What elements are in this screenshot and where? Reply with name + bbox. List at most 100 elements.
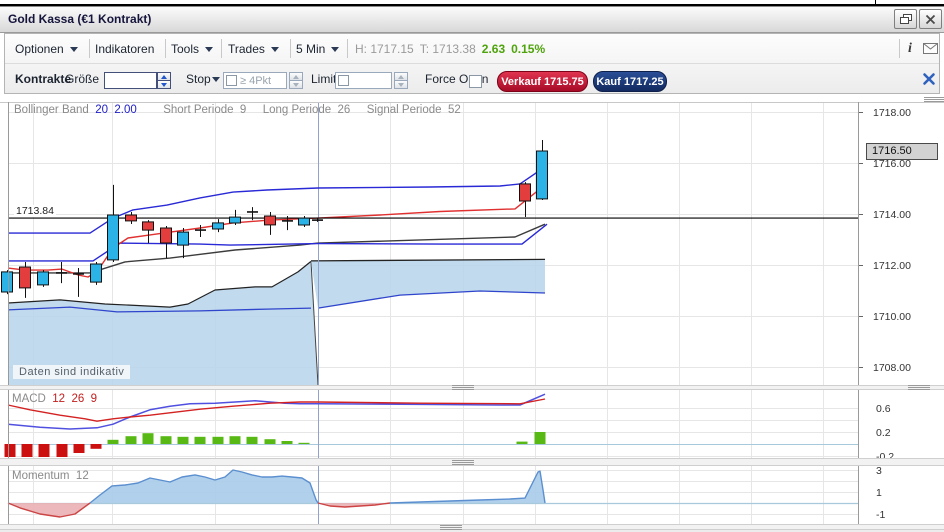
svg-text:0.2: 0.2 [876,427,891,439]
signal-period-value: 52 [448,104,461,116]
trading-window: Gold Kassa (€1 Kontrakt) Optionen Indika… [0,0,944,532]
current-price-badge: 1716.50 [866,143,938,160]
svg-text:1710.00: 1710.00 [873,311,911,323]
info-button[interactable]: i [908,40,912,57]
separator [347,39,348,58]
buy-button[interactable]: Kauf 1717.25 [593,71,667,92]
indicative-data-note: Daten sind indikativ [13,365,130,379]
chevron-down-icon[interactable] [212,77,220,82]
macd-signal-period: 9 [91,393,97,405]
short-period-label: Short Periode [163,104,233,116]
window-restore-button[interactable] [894,9,917,29]
chevron-down-icon [331,47,339,52]
limit-stepper[interactable] [394,72,408,89]
svg-text:1708.00: 1708.00 [873,362,911,374]
step-up-icon[interactable] [394,72,408,81]
contracts-label: Kontrakte [15,64,71,94]
menu-tools-label: Tools [171,36,199,62]
order-row: Kontrakte Größe Stop ≥ 4Pkt Limit [5,63,939,94]
size-stepper[interactable] [157,72,171,89]
window-title: Gold Kassa (€1 Kontrakt) [8,7,151,32]
stop-checkbox[interactable] [226,75,237,86]
stop-input[interactable]: ≥ 4Pkt [223,72,287,89]
bollinger-label: Bollinger Band [14,104,89,116]
quote-high: H: 1717.15 [355,42,414,56]
resize-grip-icon[interactable] [452,460,474,465]
menu-optionen[interactable]: Optionen [15,36,78,62]
menu-indikatoren[interactable]: Indikatoren [95,36,154,62]
reference-price-label: 1713.84 [14,205,56,217]
signal-period-label: Signal Periode [367,104,442,116]
separator [89,39,90,58]
bollinger-period: 20 [95,104,108,116]
quote-change-pct: 0.15% [511,42,545,56]
limit-input[interactable] [335,72,392,89]
chevron-down-icon [205,47,213,52]
chart-collapse-grip[interactable] [924,97,944,102]
short-period-value: 9 [240,104,246,116]
momentum-header: Momentum 12 [12,470,89,482]
momentum-period: 12 [76,470,89,482]
size-input[interactable] [104,72,157,89]
top-tick-mark [875,0,876,4]
chevron-down-icon [70,47,78,52]
step-down-icon[interactable] [157,81,171,89]
svg-text:1718.00: 1718.00 [873,107,911,119]
svg-text:0.6: 0.6 [876,403,891,415]
size-label: Größe [65,64,99,94]
separator [899,39,900,58]
bollinger-deviation: 2.00 [114,104,136,116]
envelope-icon [923,43,938,54]
limit-label: Limit [311,64,336,94]
order-panel-close-button[interactable] [922,72,937,87]
menu-tools[interactable]: Tools [171,36,213,62]
step-down-icon[interactable] [289,81,303,89]
macd-slow-period: 26 [71,393,84,405]
toolbar: Optionen Indikatoren Tools Trades 5 Min … [4,33,940,94]
svg-text:1712.00: 1712.00 [873,260,911,272]
chevron-down-icon [271,47,279,52]
macd-header: MACD 12 26 9 [12,393,97,405]
stop-label: Stop [186,64,211,94]
restore-icon [900,14,912,25]
momentum-label: Momentum [12,470,70,482]
svg-text:-1: -1 [876,509,885,521]
window-close-button[interactable] [919,9,942,29]
menu-trades-label: Trades [228,36,265,62]
macd-label: MACD [12,393,46,405]
separator [290,39,291,58]
svg-text:1: 1 [876,487,882,499]
bollinger-header: Bollinger Band 20 2.00 Short Periode 9 L… [14,104,461,116]
menu-indikatoren-label: Indikatoren [95,36,154,62]
menu-row: Optionen Indikatoren Tools Trades 5 Min … [5,34,939,63]
close-icon [922,72,936,86]
price-chart-canvas[interactable]: 1718.001716.001714.001712.001710.001708.… [0,95,944,532]
step-up-icon[interactable] [289,72,303,81]
svg-text:1714.00: 1714.00 [873,209,911,221]
quote-change: 2.63 [482,42,505,56]
menu-trades[interactable]: Trades [228,36,279,62]
macd-fast-period: 12 [52,393,65,405]
separator [165,39,166,58]
limit-checkbox[interactable] [338,75,349,86]
resize-grip-icon[interactable] [908,385,930,390]
long-period-value: 26 [338,104,351,116]
close-icon [925,14,936,25]
step-up-icon[interactable] [157,72,171,81]
step-down-icon[interactable] [394,81,408,89]
force-open-checkbox[interactable] [469,75,482,88]
info-icon: i [908,41,912,57]
resize-grip-icon[interactable] [452,385,474,390]
quote-last: T: 1713.38 [420,42,476,56]
email-button[interactable] [923,40,938,57]
stop-stepper[interactable] [289,72,303,89]
quote-readout: H: 1717.15 T: 1713.38 2.63 0.15% [355,36,545,62]
stop-placeholder: ≥ 4Pkt [240,75,271,87]
menu-interval[interactable]: 5 Min [296,36,339,62]
window-titlebar: Gold Kassa (€1 Kontrakt) [0,6,944,33]
separator [221,39,222,58]
menu-optionen-label: Optionen [15,36,64,62]
sell-button[interactable]: Verkauf 1715.75 [497,71,588,92]
svg-text:3: 3 [876,465,882,477]
menu-interval-label: 5 Min [296,36,325,62]
